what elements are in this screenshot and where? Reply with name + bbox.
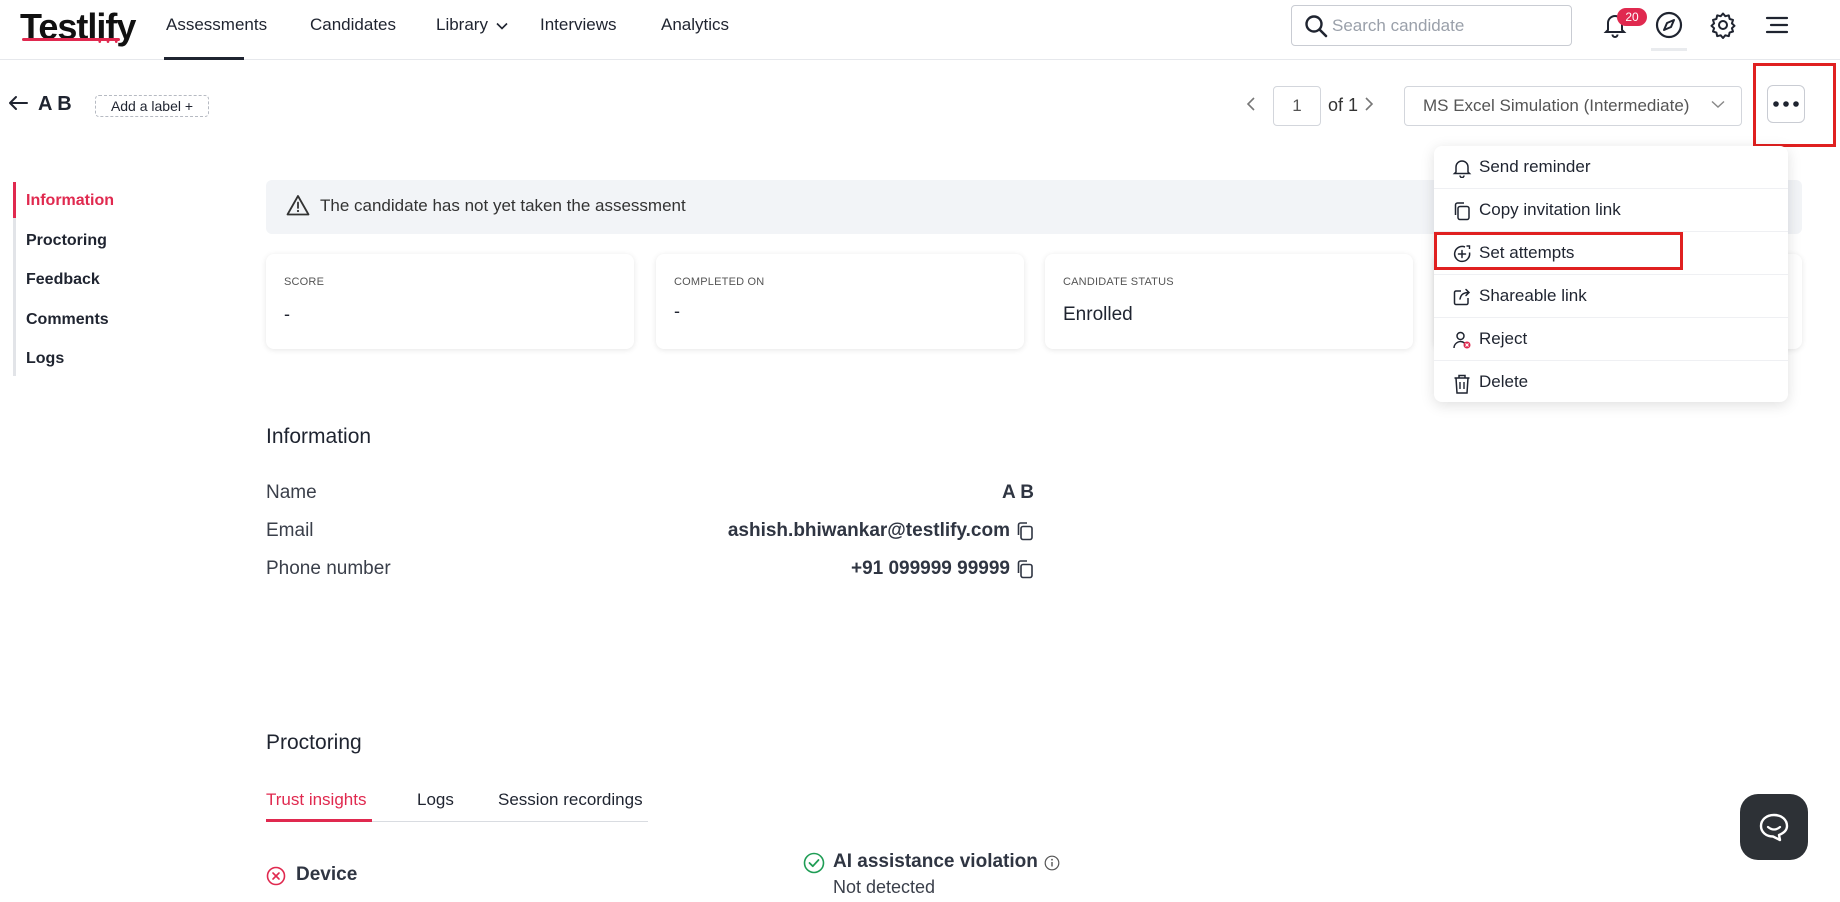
notification-badge: 20 <box>1617 8 1647 26</box>
side-nav-information[interactable]: Information <box>26 192 114 210</box>
menu-item-label: Copy invitation link <box>1479 200 1621 219</box>
back-button[interactable] <box>8 95 28 116</box>
assessment-select-value: MS Excel Simulation (Intermediate) <box>1423 96 1690 115</box>
trash-icon <box>1454 374 1470 394</box>
menu-button[interactable] <box>1760 8 1794 42</box>
stat-card-score: SCORE - <box>266 254 634 349</box>
hamburger-menu-icon <box>1765 16 1789 34</box>
side-nav-feedback[interactable]: Feedback <box>26 271 100 289</box>
alert-text: The candidate has not yet taken the asse… <box>320 196 686 215</box>
tab-active-indicator <box>266 819 372 822</box>
side-nav-logs[interactable]: Logs <box>26 350 64 368</box>
info-value-name: A B <box>1001 482 1034 503</box>
more-options-menu: Send reminder Copy invitation link Set a… <box>1434 146 1788 402</box>
add-label-button[interactable]: Add a label + <box>95 95 209 117</box>
menu-item-reject[interactable]: Reject <box>1434 318 1788 361</box>
search-input[interactable] <box>1332 14 1562 38</box>
menu-item-label: Send reminder <box>1479 157 1591 176</box>
info-value-phone: +91 099999 99999 <box>850 558 1010 579</box>
nav-candidates[interactable]: Candidates <box>310 15 396 35</box>
info-value-email: ashish.bhiwankar@testlify.com <box>727 520 1010 541</box>
settings-button[interactable] <box>1706 8 1740 42</box>
user-reject-icon <box>1453 331 1471 349</box>
menu-item-label: Reject <box>1479 329 1528 348</box>
page-total: of 1 <box>1328 95 1359 115</box>
highlight-frame-set-attempts <box>1434 232 1683 270</box>
stat-card-completed: COMPLETED ON - <box>656 254 1024 349</box>
gear-icon <box>1710 12 1736 39</box>
tab-trust-insights[interactable]: Trust insights <box>266 790 366 810</box>
chevron-left-icon <box>1246 97 1255 111</box>
info-label-name: Name <box>266 482 317 503</box>
copy-icon[interactable] <box>1015 559 1035 579</box>
search-icon <box>1305 15 1328 38</box>
check-circle-icon <box>803 852 825 874</box>
stat-card-status: CANDIDATE STATUS Enrolled <box>1045 254 1413 349</box>
nav-active-indicator <box>164 57 244 60</box>
chat-bubble-icon <box>1759 813 1789 842</box>
menu-item-send-reminder[interactable]: Send reminder <box>1434 146 1788 189</box>
nav-interviews[interactable]: Interviews <box>540 15 617 35</box>
menu-item-label: Shareable link <box>1479 286 1587 305</box>
copy-icon <box>1454 202 1470 221</box>
nav-library[interactable]: Library <box>436 15 508 35</box>
share-icon <box>1453 288 1471 306</box>
device-label: Device <box>296 864 358 885</box>
copy-icon[interactable] <box>1015 521 1035 541</box>
stat-caption: CANDIDATE STATUS <box>1063 276 1174 288</box>
side-nav-active-indicator <box>13 182 16 218</box>
menu-item-delete[interactable]: Delete <box>1434 361 1788 404</box>
info-icon[interactable] <box>1044 855 1060 871</box>
ai-assistance-title: AI assistance violation <box>833 851 1038 872</box>
candidate-name: A B <box>38 93 72 115</box>
search-box[interactable] <box>1291 5 1572 46</box>
page-number-input[interactable]: 1 <box>1273 86 1321 126</box>
tab-logs[interactable]: Logs <box>417 790 454 810</box>
logo-dots: • • • <box>98 37 120 48</box>
next-page-button[interactable] <box>1364 96 1374 117</box>
bell-icon <box>1452 160 1472 178</box>
side-nav-comments[interactable]: Comments <box>26 311 109 329</box>
stat-caption: SCORE <box>284 276 325 288</box>
chevron-down-icon <box>496 22 508 30</box>
tab-session-recordings[interactable]: Session recordings <box>498 790 643 810</box>
stat-caption: COMPLETED ON <box>674 276 765 288</box>
menu-item-label: Delete <box>1479 372 1529 391</box>
proctoring-title: Proctoring <box>266 731 362 754</box>
top-nav: Testlify • • • Assessments Candidates Li… <box>0 0 1840 60</box>
nav-analytics[interactable]: Analytics <box>661 15 729 35</box>
nav-library-label: Library <box>436 15 488 34</box>
chat-widget-button[interactable] <box>1740 794 1808 860</box>
compass-underline <box>1651 48 1687 51</box>
ai-assistance-status: Not detected <box>833 877 936 897</box>
explore-button[interactable] <box>1652 8 1686 42</box>
info-label-phone: Phone number <box>266 558 391 579</box>
more-options-button[interactable] <box>1767 85 1805 123</box>
compass-icon <box>1655 11 1683 39</box>
chevron-down-icon <box>1711 100 1725 108</box>
chevron-right-icon <box>1365 97 1374 111</box>
menu-item-shareable-link[interactable]: Shareable link <box>1434 275 1788 318</box>
error-circle-icon <box>266 866 286 886</box>
warning-icon <box>286 195 310 216</box>
stat-value: - <box>284 304 290 324</box>
stat-value: Enrolled <box>1063 304 1133 325</box>
assessment-select[interactable]: MS Excel Simulation (Intermediate) <box>1404 86 1742 126</box>
arrow-left-icon <box>9 96 28 110</box>
nav-assessments[interactable]: Assessments <box>166 15 267 35</box>
prev-page-button[interactable] <box>1246 96 1256 117</box>
side-nav-proctoring[interactable]: Proctoring <box>26 232 107 250</box>
menu-item-copy-invitation[interactable]: Copy invitation link <box>1434 189 1788 232</box>
stat-value: - <box>674 301 680 321</box>
information-title: Information <box>266 425 372 448</box>
info-label-email: Email <box>266 520 314 541</box>
more-dots-icon <box>1773 101 1799 107</box>
